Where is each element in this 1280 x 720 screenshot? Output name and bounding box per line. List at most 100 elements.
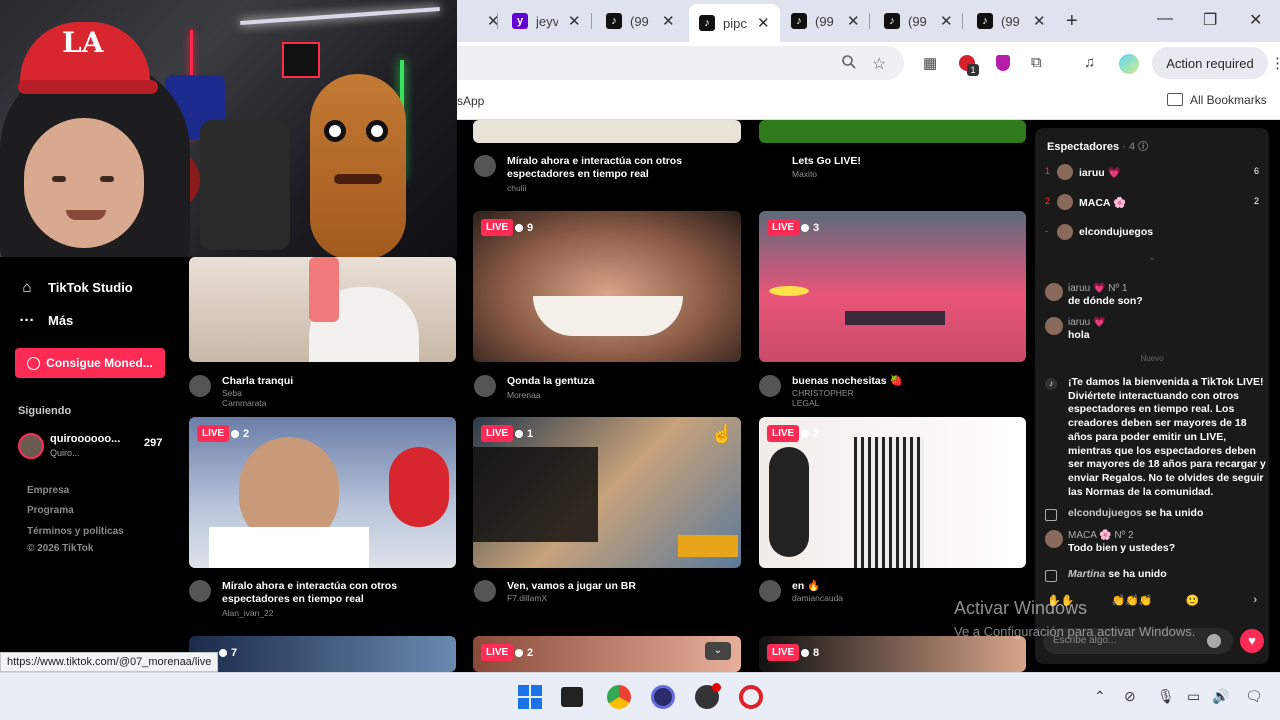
tab-tiktok[interactable]: ♪ (99 ✕ — [884, 6, 953, 36]
live-chat-panel: Espectadores · 4 ⓘ 1 iaruu 💗 6 2 MACA 🌸 … — [1035, 128, 1269, 664]
avatar — [1045, 530, 1063, 548]
all-bookmarks-button[interactable]: All Bookmarks — [1190, 93, 1267, 107]
address-bar[interactable]: ☆ — [457, 46, 904, 80]
display-icon[interactable]: ▭ — [1187, 688, 1200, 705]
live-thumbnail[interactable]: LIVE 2 — [189, 417, 456, 568]
footer-link-empresa[interactable]: Empresa — [27, 485, 69, 496]
live-thumbnail[interactable] — [759, 120, 1026, 143]
live-thumbnail[interactable]: LIVE 1 — [473, 417, 741, 568]
chevron-down-icon[interactable]: ⌄ — [705, 642, 731, 660]
restore-button[interactable]: ❐ — [1203, 10, 1217, 30]
close-icon[interactable]: ✕ — [568, 12, 581, 30]
menu-kebab-icon[interactable]: ⋮ — [1270, 54, 1280, 72]
close-icon[interactable]: ✕ — [847, 12, 860, 30]
live-thumbnail[interactable]: LIVE 2 ⌄ — [473, 636, 741, 672]
start-button[interactable] — [518, 685, 542, 709]
close-icon[interactable]: ✕ — [757, 14, 770, 32]
collapse-chevron-icon[interactable]: ⌄ — [1035, 252, 1269, 263]
spectator-name: iaruu 💗 — [1079, 167, 1121, 179]
avatar — [1045, 283, 1063, 301]
footer-link-programa[interactable]: Programa — [27, 505, 74, 516]
close-icon[interactable]: ✕ — [1033, 12, 1046, 30]
file-explorer-icon[interactable] — [561, 687, 583, 707]
person-icon — [801, 648, 809, 657]
app-circle-icon[interactable] — [651, 685, 675, 709]
live-badge: LIVE — [481, 644, 514, 661]
zoom-icon[interactable] — [841, 54, 857, 75]
microphone-icon[interactable]: 🎙 — [1157, 688, 1175, 705]
speaker-icon[interactable]: 🔊 — [1212, 688, 1229, 705]
live-user: Alan_ivan_22 — [222, 608, 274, 618]
tab-tiktok[interactable]: ♪ (99 ✕ — [791, 6, 860, 36]
action-required-button[interactable]: Action required — [1152, 47, 1268, 79]
tiktok-icon: ♪ — [1045, 378, 1057, 390]
tab-tiktok[interactable]: ♪ (99 ✕ — [606, 6, 675, 36]
network-off-icon[interactable]: ⊘ — [1124, 688, 1136, 705]
footer-link-terms[interactable]: Términos y políticas — [27, 526, 124, 537]
tab-tiktok[interactable]: ♪ (99 ✕ — [977, 6, 1046, 36]
game-hotbar — [845, 311, 945, 325]
chevron-right-icon[interactable]: › — [1253, 594, 1257, 606]
tab-title: (99 — [630, 13, 649, 29]
chrome-icon[interactable] — [607, 685, 631, 709]
sidebar-item-label: TikTok Studio — [48, 280, 133, 295]
help-icon[interactable]: ⓘ — [1138, 142, 1148, 153]
emoji-icon[interactable] — [1207, 634, 1221, 648]
media-control-icon[interactable]: ♫ — [1084, 54, 1095, 71]
join-icon — [1045, 570, 1057, 582]
character-sticker — [310, 74, 406, 257]
person-icon — [231, 429, 239, 438]
live-thumbnail[interactable] — [473, 120, 741, 143]
new-tab-button[interactable]: + — [1066, 10, 1078, 33]
spectator-name: elcondujuegos — [1079, 226, 1154, 238]
opera-icon[interactable] — [739, 685, 763, 709]
game-object — [769, 286, 809, 296]
following-user[interactable]: quiroooooo... Quiro... 297 — [18, 433, 168, 465]
avatar — [1057, 224, 1073, 240]
live-thumbnail[interactable]: LIVE 3 — [759, 211, 1026, 362]
minimize-button[interactable]: — — [1157, 10, 1173, 28]
tiktok-icon: ♪ — [606, 13, 622, 29]
live-thumbnail[interactable]: LIVE 9 — [473, 211, 741, 362]
tab-tiktok-active[interactable]: ♪ pipc ✕ — [689, 4, 780, 42]
windows-taskbar: ⌃ ⊘ 🎙 ▭ 🔊 🗨 — [0, 672, 1280, 720]
live-thumbnail[interactable]: 7 — [189, 636, 456, 672]
shield-extension-icon[interactable] — [996, 55, 1010, 71]
bookmark-star-icon[interactable]: ☆ — [872, 54, 886, 74]
viewer-count: 9 — [515, 219, 533, 236]
live-title: Míralo ahora e interactúa con otros espe… — [222, 580, 398, 605]
bookmark-item[interactable]: sApp — [457, 94, 484, 108]
extension-grid-icon[interactable]: ▦ — [923, 54, 937, 72]
notification-icon[interactable]: 🗨 — [1245, 688, 1263, 705]
gift-item[interactable]: 🙂 — [1186, 595, 1200, 607]
spectator-row[interactable]: 2 MACA 🌸 2 — [1045, 194, 1265, 212]
sidebar-item-label: Más — [48, 313, 74, 328]
window-close-button[interactable]: ✕ — [1249, 10, 1262, 30]
close-icon[interactable]: ✕ — [662, 12, 675, 30]
screen: { "browser": { "tabs": [ {"title": "", "… — [0, 0, 1280, 720]
gift-item[interactable]: 👏👏👏 — [1111, 595, 1152, 607]
avatar — [474, 580, 496, 602]
extensions-puzzle-icon[interactable]: ⧉ — [1031, 54, 1042, 71]
live-thumbnail[interactable]: LIVE 2 — [759, 417, 1026, 568]
sticker-mouth — [334, 174, 382, 184]
chevron-up-icon[interactable]: ⌃ — [1094, 688, 1106, 705]
close-icon[interactable]: ✕ — [940, 12, 953, 30]
folder-icon — [1167, 93, 1183, 106]
profile-avatar[interactable] — [1119, 54, 1139, 74]
spectator-score: 6 — [1253, 166, 1259, 176]
app-red-dot-icon[interactable] — [695, 683, 721, 709]
join-suffix: se ha unido — [1145, 507, 1204, 519]
spectator-row[interactable]: - elcondujuegos — [1045, 224, 1265, 242]
heart-icon[interactable]: ♥ — [1240, 629, 1264, 653]
live-thumbnail[interactable]: LIVE 8 — [759, 636, 1026, 672]
tab-yahoo[interactable]: y jeyv ✕ — [512, 6, 581, 36]
tab-separator — [869, 13, 870, 29]
sidebar-item-tiktok-studio[interactable]: ⌂ TikTok Studio — [18, 279, 133, 296]
live-thumbnail[interactable] — [189, 257, 456, 362]
sidebar-item-more[interactable]: ··· Más — [18, 312, 74, 329]
get-coins-button[interactable]: Consigue Moned... — [15, 348, 165, 378]
live-title: buenas nochesitas 🍓 — [792, 375, 903, 387]
viewer-number: 9 — [527, 221, 534, 234]
spectator-row[interactable]: 1 iaruu 💗 6 — [1045, 164, 1265, 182]
